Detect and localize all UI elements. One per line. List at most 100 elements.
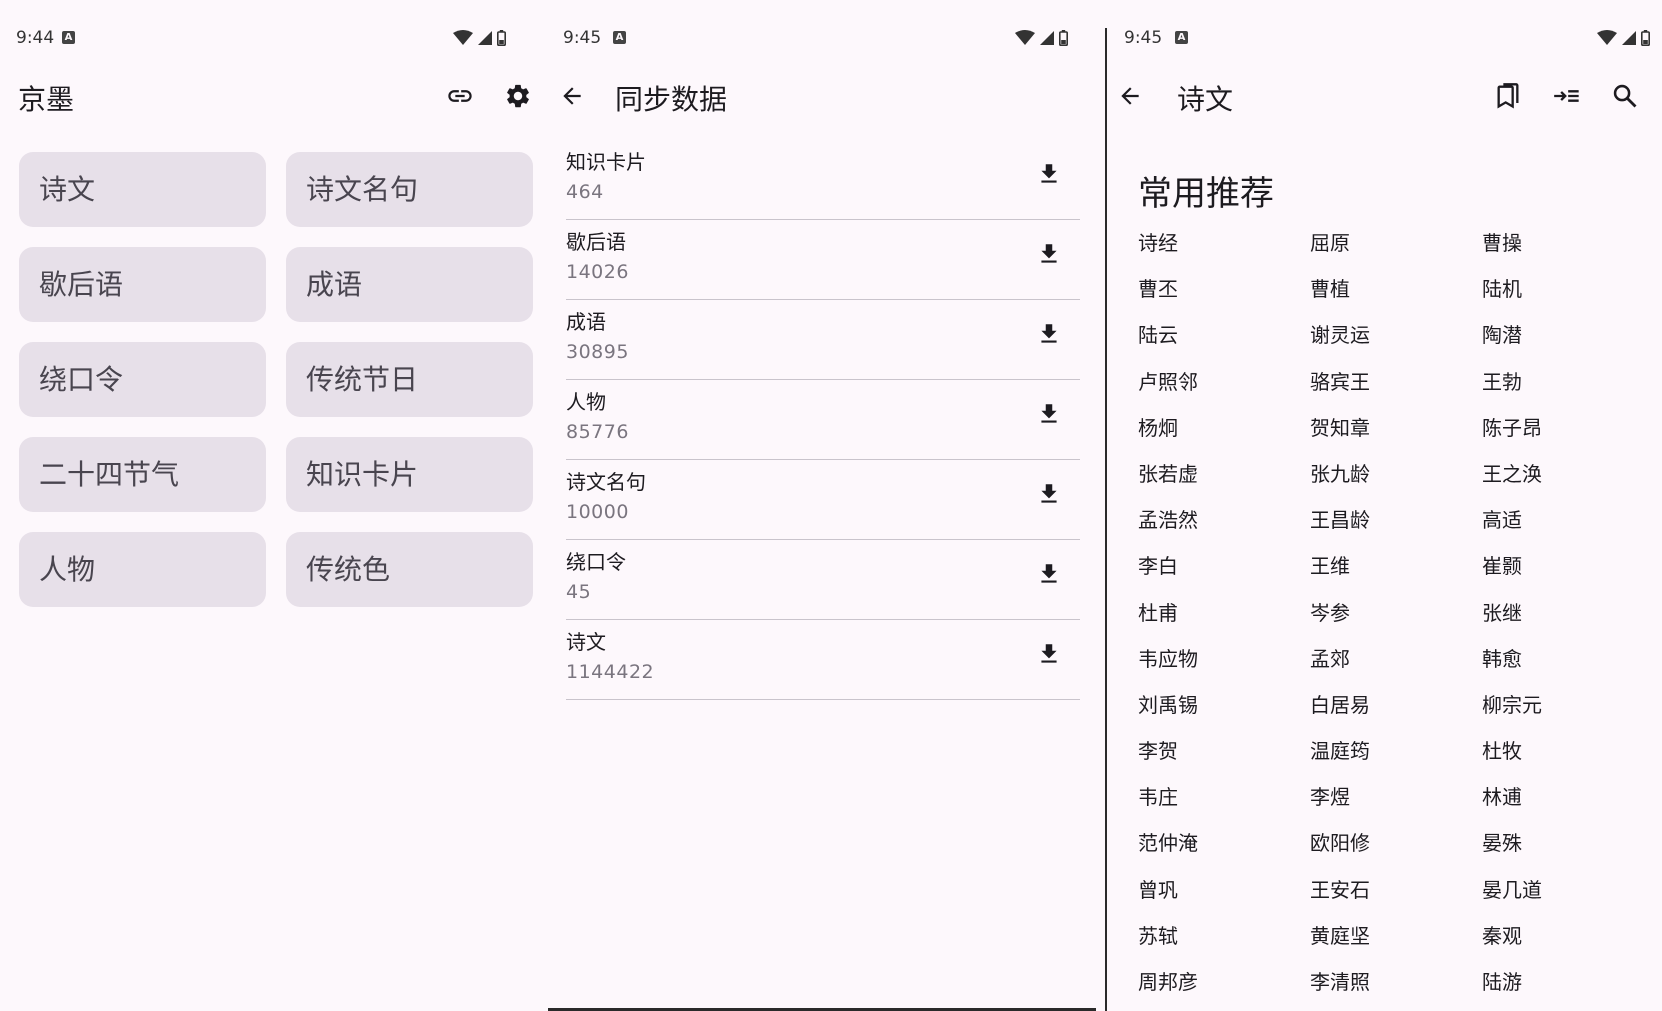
- poet-item[interactable]: 陆游: [1482, 967, 1654, 1011]
- poet-item[interactable]: 岑参: [1310, 598, 1482, 644]
- status-bar: 9:45 A: [548, 0, 1096, 66]
- sync-item-name: 歇后语: [566, 230, 626, 254]
- poet-item[interactable]: 林逋: [1482, 782, 1654, 828]
- poet-item[interactable]: 杜牧: [1482, 736, 1654, 782]
- poet-item[interactable]: 卢照邻: [1138, 367, 1310, 413]
- poet-item[interactable]: 黄庭坚: [1310, 921, 1482, 967]
- poet-item[interactable]: 王勃: [1482, 367, 1654, 413]
- poet-item[interactable]: 杨炯: [1138, 413, 1310, 459]
- download-button[interactable]: [1032, 637, 1066, 671]
- tile-traditional-colors[interactable]: 传统色: [286, 532, 533, 607]
- poet-item[interactable]: 温庭筠: [1310, 736, 1482, 782]
- indent-button[interactable]: [1547, 76, 1587, 116]
- poet-item[interactable]: 王昌龄: [1310, 505, 1482, 551]
- poet-item[interactable]: 王之涣: [1482, 459, 1654, 505]
- sync-item: 诗文名句 10000: [566, 459, 1080, 540]
- status-time: 9:45: [563, 28, 602, 48]
- back-button[interactable]: [1110, 76, 1150, 116]
- sync-item-count: 1144422: [566, 661, 655, 683]
- tile-idioms[interactable]: 成语: [286, 247, 533, 322]
- poet-item[interactable]: 晏几道: [1482, 875, 1654, 921]
- poet-item[interactable]: 诗经: [1138, 228, 1310, 274]
- poet-item[interactable]: 曾巩: [1138, 875, 1310, 921]
- poet-item[interactable]: 孟浩然: [1138, 505, 1310, 551]
- poet-item[interactable]: 柳宗元: [1482, 690, 1654, 736]
- tile-poetry[interactable]: 诗文: [19, 152, 266, 227]
- settings-button[interactable]: [498, 76, 538, 116]
- signal-icon: [1040, 31, 1054, 45]
- download-button[interactable]: [1032, 477, 1066, 511]
- poet-item[interactable]: 孟郊: [1310, 644, 1482, 690]
- poet-item[interactable]: 白居易: [1310, 690, 1482, 736]
- screen-title: 同步数据: [615, 83, 728, 116]
- poet-item[interactable]: 刘禹锡: [1138, 690, 1310, 736]
- poet-item[interactable]: 张继: [1482, 598, 1654, 644]
- app-title: 京墨: [18, 83, 75, 116]
- poet-item[interactable]: 曹操: [1482, 228, 1654, 274]
- poet-item[interactable]: 李贺: [1138, 736, 1310, 782]
- poet-item[interactable]: 欧阳修: [1310, 828, 1482, 874]
- battery-icon: [1641, 30, 1650, 46]
- link-button[interactable]: [440, 76, 480, 116]
- poet-item[interactable]: 王安石: [1310, 875, 1482, 921]
- poet-item[interactable]: 谢灵运: [1310, 320, 1482, 366]
- poet-item[interactable]: 陶潜: [1482, 320, 1654, 366]
- battery-icon: [497, 30, 506, 46]
- sync-item-count: 10000: [566, 501, 629, 523]
- sync-item-count: 464: [566, 181, 604, 203]
- poet-item[interactable]: 韩愈: [1482, 644, 1654, 690]
- home-screen: 9:44 A 京墨 诗文 诗文名句 歇后语 成语 绕口令 传统节日 二十四节气 …: [0, 0, 548, 1011]
- poet-item[interactable]: 韦庄: [1138, 782, 1310, 828]
- download-button[interactable]: [1032, 237, 1066, 271]
- download-button[interactable]: [1032, 317, 1066, 351]
- indent-icon: [1554, 90, 1579, 102]
- download-icon: [1041, 484, 1057, 503]
- poet-item[interactable]: 王维: [1310, 551, 1482, 597]
- tile-people[interactable]: 人物: [19, 532, 266, 607]
- poet-item[interactable]: 贺知章: [1310, 413, 1482, 459]
- poet-item[interactable]: 陈子昂: [1482, 413, 1654, 459]
- download-button[interactable]: [1032, 157, 1066, 191]
- poet-item[interactable]: 周邦彦: [1138, 967, 1310, 1011]
- poet-item[interactable]: 屈原: [1310, 228, 1482, 274]
- signal-icon: [478, 31, 492, 45]
- poet-item[interactable]: 李清照: [1310, 967, 1482, 1011]
- poet-item[interactable]: 曹植: [1310, 274, 1482, 320]
- tile-festivals[interactable]: 传统节日: [286, 342, 533, 417]
- poet-item[interactable]: 李煜: [1310, 782, 1482, 828]
- signal-icon: [1622, 31, 1636, 45]
- tile-tongue-twisters[interactable]: 绕口令: [19, 342, 266, 417]
- poet-item[interactable]: 晏殊: [1482, 828, 1654, 874]
- download-icon: [1041, 164, 1057, 183]
- tile-solar-terms[interactable]: 二十四节气: [19, 437, 266, 512]
- tile-famous-lines[interactable]: 诗文名句: [286, 152, 533, 227]
- poet-item[interactable]: 骆宾王: [1310, 367, 1482, 413]
- sync-item-name: 绕口令: [566, 550, 626, 574]
- download-button[interactable]: [1032, 557, 1066, 591]
- poet-item[interactable]: 陆机: [1482, 274, 1654, 320]
- back-button[interactable]: [552, 76, 592, 116]
- search-button[interactable]: [1605, 76, 1645, 116]
- tile-knowledge-cards[interactable]: 知识卡片: [286, 437, 533, 512]
- sync-item: 知识卡片 464: [566, 139, 1080, 220]
- poet-item[interactable]: 陆云: [1138, 320, 1310, 366]
- poet-item[interactable]: 杜甫: [1138, 598, 1310, 644]
- sync-item-count: 85776: [566, 421, 629, 443]
- arrow-left-icon: [1121, 87, 1139, 105]
- poet-item[interactable]: 秦观: [1482, 921, 1654, 967]
- poet-item[interactable]: 高适: [1482, 505, 1654, 551]
- poet-item[interactable]: 张若虚: [1138, 459, 1310, 505]
- poet-item[interactable]: 范仲淹: [1138, 828, 1310, 874]
- status-indicators: [1597, 30, 1650, 46]
- sync-item-name: 人物: [566, 390, 606, 414]
- download-button[interactable]: [1032, 397, 1066, 431]
- poet-item[interactable]: 崔颢: [1482, 551, 1654, 597]
- poet-item[interactable]: 苏轼: [1138, 921, 1310, 967]
- poet-item[interactable]: 李白: [1138, 551, 1310, 597]
- tile-xiehouyu[interactable]: 歇后语: [19, 247, 266, 322]
- sync-item: 歇后语 14026: [566, 219, 1080, 300]
- poet-item[interactable]: 韦应物: [1138, 644, 1310, 690]
- poet-item[interactable]: 曹丕: [1138, 274, 1310, 320]
- poet-item[interactable]: 张九龄: [1310, 459, 1482, 505]
- bookmarks-button[interactable]: [1488, 76, 1528, 116]
